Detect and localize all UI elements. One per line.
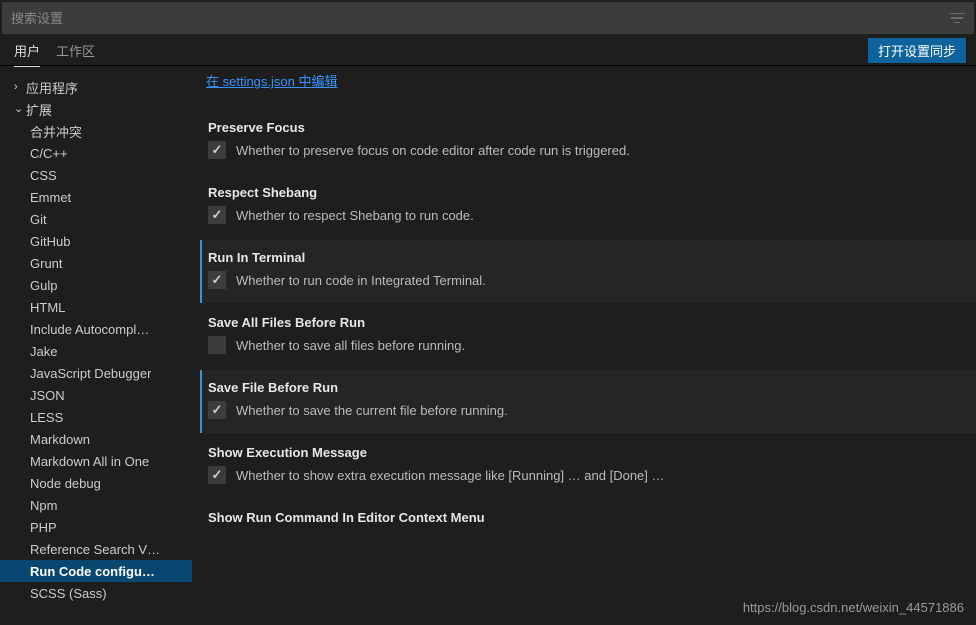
- sidebar-item[interactable]: SCSS (Sass): [0, 582, 192, 604]
- sidebar-item[interactable]: GitHub: [0, 230, 192, 252]
- sidebar-item-label: Include Autocompl…: [30, 322, 149, 337]
- sidebar-item-label: PHP: [30, 520, 57, 535]
- sidebar-item-label: 合并冲突: [30, 122, 82, 141]
- setting-description: Whether to save the current file before …: [236, 403, 508, 418]
- setting-row: Whether to preserve focus on code editor…: [208, 141, 956, 159]
- sidebar-item[interactable]: LESS: [0, 406, 192, 428]
- sidebar-item-label: Emmet: [30, 190, 71, 205]
- setting-row: Whether to save the current file before …: [208, 401, 956, 419]
- checkbox-respect-shebang[interactable]: [208, 206, 226, 224]
- sidebar-item[interactable]: JavaScript Debugger: [0, 362, 192, 384]
- sidebar-item[interactable]: Reference Search V…: [0, 538, 192, 560]
- sidebar-item-label: CSS: [30, 168, 57, 183]
- setting-title: Preserve Focus: [208, 120, 956, 135]
- setting-item-preserve-focus: Preserve Focus Whether to preserve focus …: [200, 110, 976, 173]
- sidebar-item-label: Reference Search V…: [30, 542, 160, 557]
- open-settings-sync-button[interactable]: 打开设置同步: [868, 38, 966, 63]
- sidebar-item-label: Node debug: [30, 476, 101, 491]
- checkbox-run-in-terminal[interactable]: [208, 271, 226, 289]
- setting-row: Whether to show extra execution message …: [208, 466, 956, 484]
- sidebar-item[interactable]: HTML: [0, 296, 192, 318]
- sidebar-item[interactable]: Node debug: [0, 472, 192, 494]
- checkbox-save-all-files-before-run[interactable]: [208, 336, 226, 354]
- sidebar-item[interactable]: Npm: [0, 494, 192, 516]
- search-bar: [2, 2, 974, 34]
- sidebar-item-label: Grunt: [30, 256, 63, 271]
- sidebar-item[interactable]: PHP: [0, 516, 192, 538]
- settings-sidebar: › 应用程序 ⌄ 扩展 合并冲突 C/C++ CSS Emmet Git GitHub Gr…: [0, 66, 192, 623]
- setting-title: Show Run Command In Editor Context Menu: [208, 510, 956, 525]
- checkbox-show-execution-message[interactable]: [208, 466, 226, 484]
- sidebar-item-label: GitHub: [30, 234, 70, 249]
- chevron-right-icon: ›: [14, 81, 26, 93]
- setting-title: Save All Files Before Run: [208, 315, 956, 330]
- sidebar-item[interactable]: Gulp: [0, 274, 192, 296]
- sidebar-item[interactable]: Include Autocompl…: [0, 318, 192, 340]
- sidebar-item-extensions[interactable]: ⌄ 扩展: [0, 98, 192, 120]
- setting-item-show-run-command-in-editor-context-menu: Show Run Command In Editor Context Menu: [200, 500, 976, 545]
- setting-title: Save File Before Run: [208, 380, 956, 395]
- setting-title: Run In Terminal: [208, 250, 956, 265]
- sidebar-item-label: 应用程序: [26, 78, 78, 97]
- setting-title: Respect Shebang: [208, 185, 956, 200]
- setting-description: Whether to save all files before running…: [236, 338, 465, 353]
- main-content: › 应用程序 ⌄ 扩展 合并冲突 C/C++ CSS Emmet Git GitHub Gr…: [0, 66, 976, 623]
- edit-in-settings-json-link[interactable]: 在 settings.json 中编辑: [200, 71, 338, 90]
- checkbox-save-file-before-run[interactable]: [208, 401, 226, 419]
- settings-panel[interactable]: 在 settings.json 中编辑 Preserve Focus Whethe…: [192, 66, 976, 623]
- setting-item-run-in-terminal: Run In Terminal Whether to run code in In…: [200, 240, 976, 303]
- sidebar-item-label: JavaScript Debugger: [30, 366, 151, 381]
- sidebar-item-label: Jake: [30, 344, 57, 359]
- sidebar-item-label: HTML: [30, 300, 65, 315]
- chevron-down-icon: ⌄: [14, 102, 26, 115]
- sidebar-item-label: Run Code configu…: [30, 564, 155, 579]
- setting-item-save-file-before-run: Save File Before Run Whether to save the …: [200, 370, 976, 433]
- sidebar-item-label: Markdown All in One: [30, 454, 149, 469]
- setting-item-respect-shebang: Respect Shebang Whether to respect Sheban…: [200, 175, 976, 238]
- setting-description: Whether to show extra execution message …: [236, 468, 665, 483]
- setting-description: Whether to run code in Integrated Termin…: [236, 273, 486, 288]
- sidebar-item-label: 扩展: [26, 100, 52, 119]
- sidebar-item[interactable]: Jake: [0, 340, 192, 362]
- setting-description: Whether to respect Shebang to run code.: [236, 208, 474, 223]
- sidebar-item-label: Markdown: [30, 432, 90, 447]
- sidebar-item-applications[interactable]: › 应用程序: [0, 76, 192, 98]
- sidebar-item[interactable]: C/C++: [0, 142, 192, 164]
- sidebar-item[interactable]: Run Code configu…: [0, 560, 192, 582]
- sidebar-item-label: SCSS (Sass): [30, 586, 107, 601]
- sidebar-item-label: Npm: [30, 498, 57, 513]
- sidebar-item[interactable]: Git: [0, 208, 192, 230]
- tab-user[interactable]: 用户: [14, 35, 40, 67]
- setting-row: Whether to respect Shebang to run code.: [208, 206, 956, 224]
- setting-item-save-all-files-before-run: Save All Files Before Run Whether to save…: [200, 305, 976, 368]
- sidebar-item[interactable]: 合并冲突: [0, 120, 192, 142]
- setting-row: Whether to run code in Integrated Termin…: [208, 271, 956, 289]
- sidebar-item-label: JSON: [30, 388, 65, 403]
- sidebar-item-label: Git: [30, 212, 47, 227]
- setting-title: Show Execution Message: [208, 445, 956, 460]
- setting-description: Whether to preserve focus on code editor…: [236, 143, 630, 158]
- sidebar-item[interactable]: Emmet: [0, 186, 192, 208]
- tab-workspace[interactable]: 工作区: [56, 35, 95, 67]
- sidebar-item-label: LESS: [30, 410, 63, 425]
- sidebar-item[interactable]: Markdown: [0, 428, 192, 450]
- sidebar-item[interactable]: CSS: [0, 164, 192, 186]
- sidebar-item-label: Gulp: [30, 278, 57, 293]
- checkbox-preserve-focus[interactable]: [208, 141, 226, 159]
- sidebar-item-label: C/C++: [30, 146, 68, 161]
- sidebar-item[interactable]: Markdown All in One: [0, 450, 192, 472]
- setting-row: Whether to save all files before running…: [208, 336, 956, 354]
- setting-item-show-execution-message: Show Execution Message Whether to show ex…: [200, 435, 976, 498]
- sidebar-item[interactable]: Grunt: [0, 252, 192, 274]
- filter-icon[interactable]: [949, 10, 965, 26]
- sidebar-item[interactable]: JSON: [0, 384, 192, 406]
- tabs-row: 用户 工作区 打开设置同步: [0, 36, 976, 66]
- settings-search-input[interactable]: [11, 11, 949, 26]
